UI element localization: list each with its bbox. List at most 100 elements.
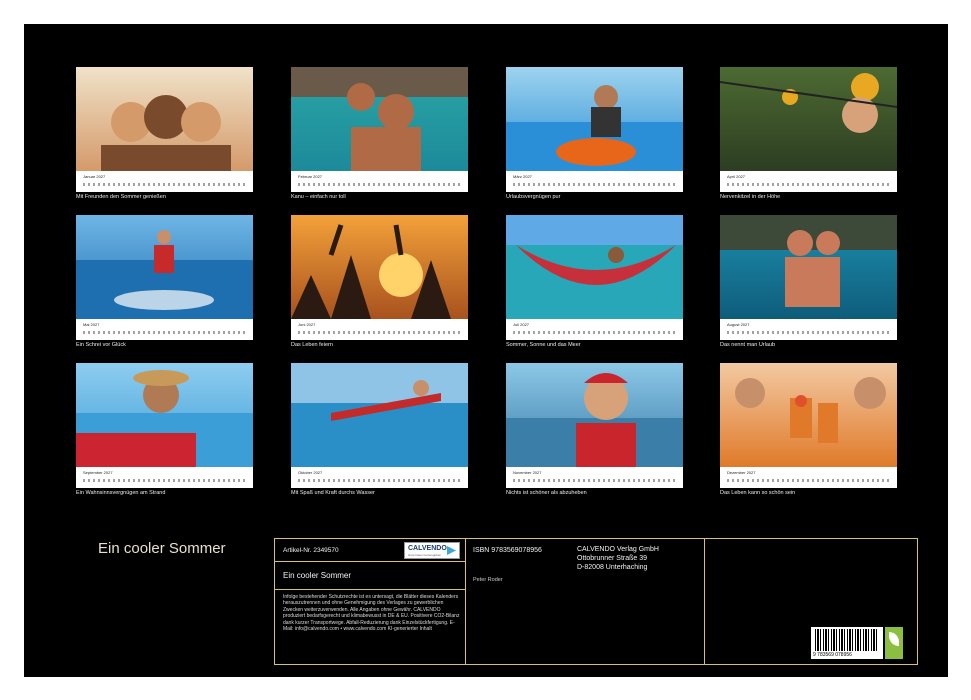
month-caption: Nichts ist schöner als abzuheben	[506, 490, 587, 496]
calvendo-logo: CALVENDO Gute Ideen herausgeben	[404, 542, 460, 559]
month-calendar-strip: Januar 2027	[76, 171, 253, 192]
month-photo	[506, 215, 683, 319]
month-thumbnail: September 2027	[76, 363, 253, 488]
day-row	[83, 479, 247, 482]
month-calendar-strip: April 2027	[720, 171, 897, 192]
barcode: 9 783569 078956	[811, 627, 883, 659]
month-label: Februar 2027	[298, 174, 323, 179]
month-photo	[76, 215, 253, 319]
month-photo-hammock-over-sea	[506, 215, 683, 319]
month-caption: Mit Freunden den Sommer genießen	[76, 194, 166, 200]
isbn: ISBN 9783569078956	[473, 547, 542, 554]
month-caption: Ein Schrei vor Glück	[76, 342, 126, 348]
month-calendar-strip: August 2027	[720, 319, 897, 340]
day-row	[513, 479, 677, 482]
calendar-title: Ein cooler Sommer	[98, 540, 226, 557]
day-row	[298, 331, 462, 334]
month-photo	[720, 215, 897, 319]
month-calendar-strip: November 2027	[506, 467, 683, 488]
day-row	[727, 183, 891, 186]
month-photo-couple-swimming	[720, 215, 897, 319]
logo-wordmark: CALVENDO	[408, 545, 447, 552]
month-caption: Kanu – einfach nur toll	[291, 194, 346, 200]
publisher-city: D-82008 Unterhaching	[577, 564, 648, 571]
month-label: April 2027	[727, 174, 746, 179]
month-caption: Das Leben kann so schön sein	[720, 490, 796, 496]
product-title: Ein cooler Sommer	[283, 571, 352, 580]
month-calendar-strip: September 2027	[76, 467, 253, 488]
month-photo	[720, 363, 897, 467]
author: Peter Roder	[473, 577, 503, 583]
month-calendar-strip: Februar 2027	[291, 171, 468, 192]
month-photo	[291, 67, 468, 171]
month-thumbnail: Mai 2027	[76, 215, 253, 340]
month-photo-zipline-helmets	[720, 67, 897, 171]
month-caption: Urlaubsvergnügen pur	[506, 194, 561, 200]
month-label: Dezember 2027	[727, 470, 756, 475]
month-photo	[720, 67, 897, 171]
publisher-name: CALVENDO Verlag GmbH	[577, 546, 659, 553]
month-calendar-strip: Mai 2027	[76, 319, 253, 340]
barcode-number: 9 783569 078956	[813, 652, 852, 658]
month-thumbnail: April 2027	[720, 67, 897, 192]
month-label: Mai 2027	[83, 322, 100, 327]
month-photo	[76, 363, 253, 467]
month-thumbnail: Februar 2027	[291, 67, 468, 192]
month-thumbnail: Juni 2027	[291, 215, 468, 340]
day-row	[727, 331, 891, 334]
month-photo	[76, 67, 253, 171]
month-thumbnail: November 2027	[506, 363, 683, 488]
month-caption: Mit Spaß und Kraft durchs Wasser	[291, 490, 375, 496]
month-thumbnail: August 2027	[720, 215, 897, 340]
month-photo-beach-party-sunset	[291, 215, 468, 319]
leaf-icon	[889, 632, 899, 646]
month-photo	[506, 363, 683, 467]
month-label: März 2027	[513, 174, 532, 179]
month-label: Juni 2027	[298, 322, 316, 327]
day-row	[83, 331, 247, 334]
month-photo-water-skiing	[76, 215, 253, 319]
month-label: November 2027	[513, 470, 542, 475]
logo-arrow-icon	[447, 546, 456, 555]
month-thumbnail: Dezember 2027	[720, 363, 897, 488]
month-calendar-strip: März 2027	[506, 171, 683, 192]
month-thumbnail: Januar 2027	[76, 67, 253, 192]
month-photo-paragliding-woman	[506, 363, 683, 467]
month-caption: Sommer, Sonne und das Meer	[506, 342, 581, 348]
month-photo-man-on-jetski	[76, 363, 253, 467]
eco-badge	[885, 627, 903, 659]
day-row	[513, 331, 677, 334]
barcode-bars	[815, 629, 879, 651]
month-calendar-strip: Oktober 2027	[291, 467, 468, 488]
legal-notice: Infolge bestehender Schutzrechte ist es …	[283, 594, 460, 633]
month-calendar-strip: Dezember 2027	[720, 467, 897, 488]
month-caption: Ein Wahnsinnsvergnügen am Strand	[76, 490, 166, 496]
day-row	[298, 183, 462, 186]
month-photo-canoe-selfie	[291, 67, 468, 171]
month-photo-friends-selfie	[76, 67, 253, 171]
month-photo-friends-with-drinks	[720, 363, 897, 467]
month-calendar-strip: Juni 2027	[291, 319, 468, 340]
month-photo	[506, 67, 683, 171]
month-photo	[291, 215, 468, 319]
article-number: Artikel-Nr. 2349570	[283, 547, 339, 554]
day-row	[727, 479, 891, 482]
month-caption: Das Leben feiern	[291, 342, 333, 348]
month-thumbnail: März 2027	[506, 67, 683, 192]
month-caption: Nervenkitzel in der Höhe	[720, 194, 781, 200]
month-thumbnail: Juli 2027	[506, 215, 683, 340]
month-label: Januar 2027	[83, 174, 106, 179]
month-label: September 2027	[83, 470, 113, 475]
month-photo	[291, 363, 468, 467]
logo-tagline: Gute Ideen herausgeben	[408, 553, 442, 557]
day-row	[298, 479, 462, 482]
month-label: Oktober 2027	[298, 470, 323, 475]
info-box: Artikel-Nr. 2349570 CALVENDO Gute Ideen …	[274, 538, 918, 665]
month-calendar-strip: Juli 2027	[506, 319, 683, 340]
month-thumbnail: Oktober 2027	[291, 363, 468, 488]
day-row	[513, 183, 677, 186]
month-label: August 2027	[727, 322, 750, 327]
month-photo-jet-ski	[506, 67, 683, 171]
day-row	[83, 183, 247, 186]
month-photo-kayak-splash	[291, 363, 468, 467]
